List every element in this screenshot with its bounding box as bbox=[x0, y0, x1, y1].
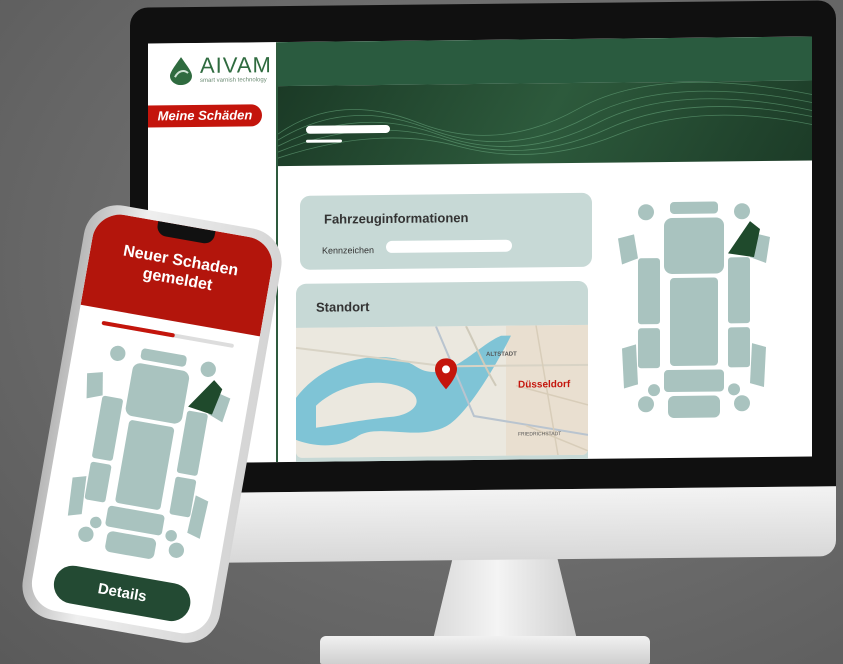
monitor-base bbox=[320, 636, 650, 664]
logo-name: AIVAM bbox=[200, 52, 272, 78]
map-district2-label: FRIEDRICHSTADT bbox=[518, 431, 562, 438]
location-title: Standort bbox=[316, 299, 370, 315]
wave-pattern bbox=[278, 81, 812, 159]
location-card: Standort ALTSTADT Düsseldorf FRIEDRICHST… bbox=[296, 280, 588, 464]
map-canvas bbox=[296, 324, 588, 458]
car-topview-diagram bbox=[618, 201, 770, 418]
hero-title-placeholder bbox=[306, 124, 390, 134]
plate-label: Kennzeichen bbox=[322, 245, 375, 256]
map-city-label: Düsseldorf bbox=[518, 379, 571, 391]
sidebar-item-meine-schaeden[interactable]: Meine Schäden bbox=[148, 104, 262, 128]
top-bar bbox=[278, 36, 812, 87]
new-damage-title: Neuer Schaden gemeldet bbox=[121, 242, 240, 295]
leaf-drop-icon bbox=[170, 57, 192, 86]
logo-tagline: smart varnish technology bbox=[200, 77, 267, 84]
vehicle-info-title: Fahrzeuginformationen bbox=[324, 210, 469, 227]
map-district-label: ALTSTADT bbox=[486, 351, 517, 358]
progress-fill bbox=[101, 320, 175, 338]
plate-field[interactable] bbox=[386, 239, 512, 253]
car-topview-diagram-mobile bbox=[67, 345, 231, 559]
hero-subtitle-placeholder bbox=[306, 139, 342, 143]
hero-banner bbox=[278, 80, 812, 167]
vehicle-info-card: Fahrzeuginformationen Kennzeichen bbox=[300, 192, 592, 270]
aivam-logo[interactable]: AIVAM smart varnish technology bbox=[166, 52, 272, 86]
map-view[interactable]: ALTSTADT Düsseldorf FRIEDRICHSTADT bbox=[296, 324, 588, 458]
